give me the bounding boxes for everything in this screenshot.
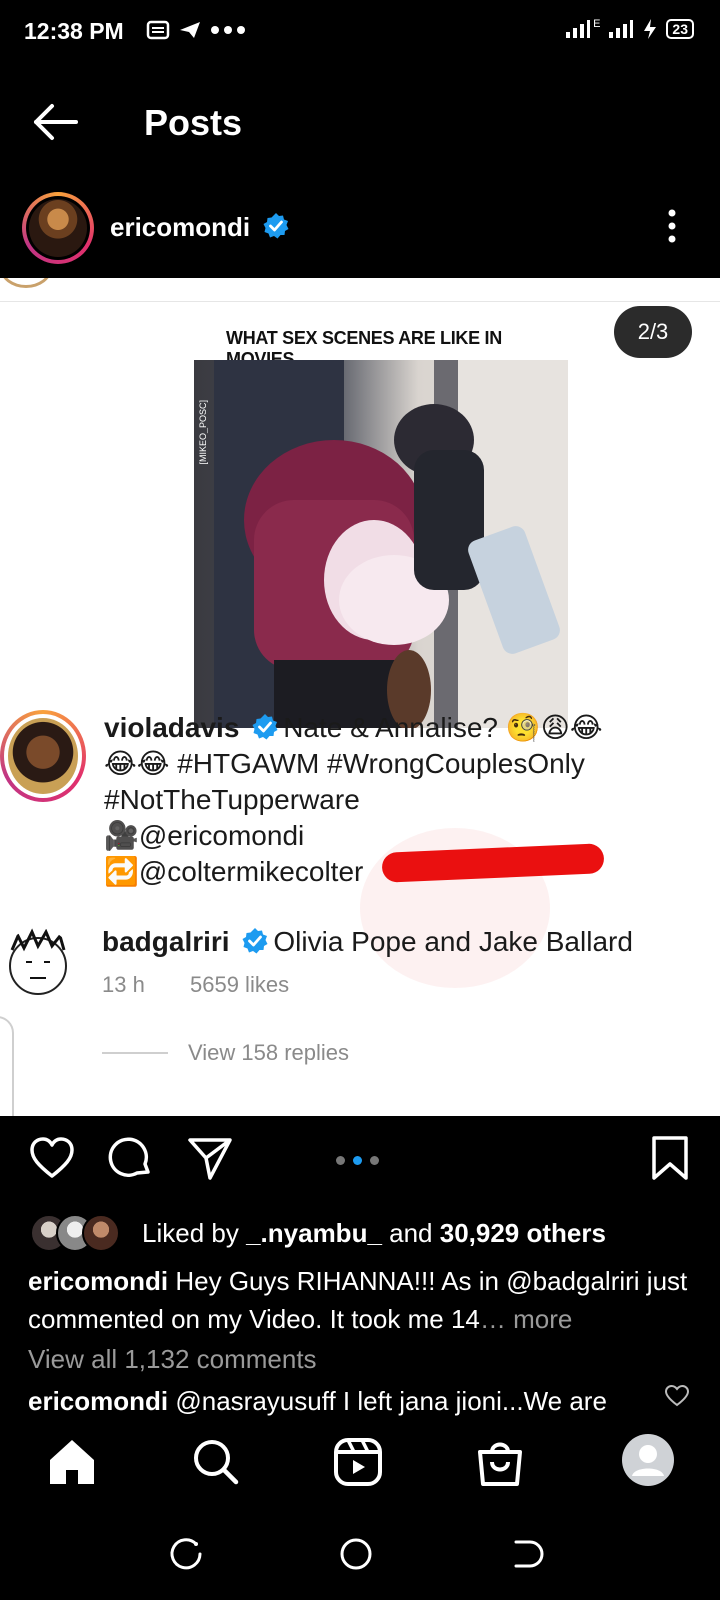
liked-by-text: Liked by _.nyambu_ and 30,929 others [142,1218,606,1248]
replies-divider [102,1052,168,1054]
battery-level: 23 [666,19,694,39]
comment-text-line1: Nate & Annalise? 🧐😩😂 [283,712,603,743]
caption-more-link[interactable]: … more [480,1304,572,1334]
video-scene: [MIKEO_POSC] [194,360,568,728]
comment-text-line2: 😂😂 #HTGAWM #WrongCouplesOnly [104,748,585,779]
carousel-dots [336,1156,379,1165]
verified-icon [242,928,268,954]
back-button-icon[interactable] [506,1534,546,1574]
carousel-counter: 2/3 [614,306,692,358]
system-nav [0,1512,720,1600]
shop-icon[interactable] [474,1436,526,1488]
recents-icon[interactable] [166,1534,206,1574]
comment-likes[interactable]: 5659 likes [190,972,289,998]
comment-like-heart-icon[interactable] [664,1384,690,1408]
comment-text-line4: 🎥@ericomondi [104,820,305,851]
carousel-dot [370,1156,379,1165]
liked-by-row[interactable]: Liked by _.nyambu_ and 30,929 others [30,1214,710,1254]
overflow-dots-icon [211,26,245,34]
post-actions [0,1130,720,1190]
page-title: Posts [144,102,243,143]
view-replies-link[interactable]: View 158 replies [188,1040,349,1066]
network-type: E [593,18,601,30]
more-options-icon[interactable] [660,208,684,244]
video-side-text: [MIKEO_POSC] [198,400,208,465]
scene-illustration [214,360,568,728]
status-system-icons: E 23 [565,18,694,40]
share-icon[interactable] [186,1134,234,1182]
comment-preview-username[interactable]: ericomondi [28,1386,168,1416]
bookmark-icon[interactable] [646,1134,694,1182]
side-pill [0,1016,14,1116]
comment-badgalriri: badgalriri Olivia Pope and Jake Ballard [102,924,702,960]
status-time: 12:38 PM [24,18,124,44]
bottom-nav [0,1420,720,1512]
comment-text: Olivia Pope and Jake Ballard [273,926,633,957]
liker-avatar [82,1214,120,1252]
account-avatar[interactable] [22,192,94,264]
comment-avatar-violadavis [0,710,86,802]
charging-icon [644,19,657,39]
top-bar: Posts [0,84,720,160]
profile-placeholder-icon [632,1445,664,1476]
status-notification-icons [146,20,246,40]
comment-preview: ericomondi @nasrayusuff I left jana jion… [28,1386,658,1418]
carousel-dot-active [353,1156,362,1165]
view-all-comments-link[interactable]: View all 1,132 comments [28,1344,317,1375]
post-caption: ericomondi Hey Guys RIHANNA!!! As in @ba… [28,1262,698,1338]
message-icon [146,20,170,40]
telegram-icon [180,22,200,38]
search-icon[interactable] [190,1436,242,1488]
comment-avatar-badgalriri [9,928,67,995]
post-image[interactable]: WHAT SEX SCENES ARE LIKE IN MOVIES [MIKE… [0,278,720,1116]
heart-icon[interactable] [28,1134,76,1182]
profile-icon[interactable] [622,1434,674,1486]
video-screenshot: WHAT SEX SCENES ARE LIKE IN MOVIES [MIKE… [194,316,568,728]
back-arrow-icon[interactable] [30,102,80,142]
verified-icon [263,213,289,239]
comment-time: 13 h [102,972,145,997]
signal-icon-2 [609,20,634,38]
comment-username[interactable]: violadavis [104,712,239,743]
comment-text-line3: #NotTheTupperware [104,784,360,815]
comment-icon[interactable] [106,1134,154,1182]
account-username[interactable]: ericomondi [110,212,250,243]
signal-icon [566,20,591,38]
liked-avatars [30,1214,130,1252]
post-top-strip [0,278,720,302]
caption-username[interactable]: ericomondi [28,1266,168,1296]
reels-icon[interactable] [332,1436,384,1488]
verified-icon [252,714,278,740]
status-bar: 12:38 PM E 23 [0,0,720,64]
comment-preview-text: @nasrayusuff I left jana jioni...We are [168,1386,607,1416]
home-icon[interactable] [46,1436,98,1488]
home-button-icon[interactable] [336,1534,376,1574]
carousel-dot [336,1156,345,1165]
post-header: ericomondi [0,186,720,266]
comment-username[interactable]: badgalriri [102,926,230,957]
